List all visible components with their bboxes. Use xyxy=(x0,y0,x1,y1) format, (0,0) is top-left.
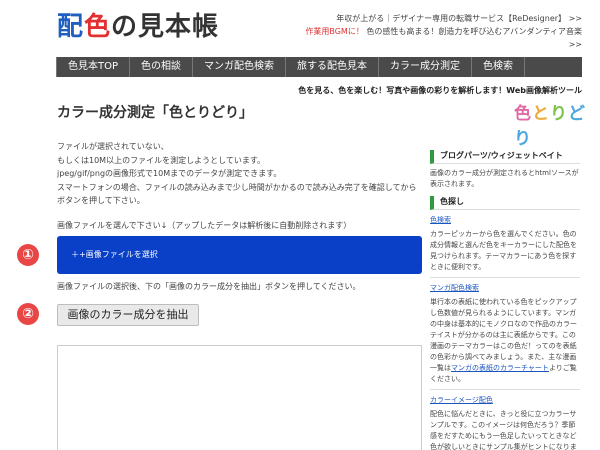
file-select-button[interactable]: ＋+画像ファイルを選択 xyxy=(57,236,422,274)
divider xyxy=(430,389,580,390)
manga-cover-chart-link[interactable]: マンガの表紙のカラーチャート xyxy=(451,364,549,372)
main-nav: 色見本TOP 色の相談 マンガ配色検索 旅する配色見本 カラー成分測定 色検索 xyxy=(56,57,582,77)
promo-highlight: 作業用BGMに！ xyxy=(305,27,364,36)
main-content: ファイルが選択されていない、 もしくは10M以上のファイルを測定しようとしていま… xyxy=(57,140,422,208)
notice-line: もしくは10M以上のファイルを測定しようとしています。 xyxy=(57,155,266,165)
promo-arrow: >> xyxy=(568,40,582,49)
sidebar-link-color-search[interactable]: 色検索 xyxy=(430,215,580,225)
notice-line: スマートフォンの場合、ファイルの読み込みまで少し時間がかかるので読み込み完了を確… xyxy=(57,182,417,192)
nav-item-travel[interactable]: 旅する配色見本 xyxy=(286,57,380,77)
manga-desc-text: 単行本の表紙に使われている色をピックアップし色数値が見られるようにしています。マ… xyxy=(430,298,577,372)
brand-logo-char-3: り xyxy=(550,104,568,124)
upload-instruction: 画像ファイルを選んで下さい↓（アップしたデータは解析後に自動削除されます） xyxy=(57,221,352,230)
sidebar-link-color-image[interactable]: カラーイメージ配色 xyxy=(430,395,580,405)
sidebar-desc-color-image: 配色に悩んだときに、きっと役に立つカラーサンプルです。このイメージは何色だろう？… xyxy=(430,410,577,450)
irotoridori-logo: 色とりどり xyxy=(514,99,600,149)
nav-item-top[interactable]: 色見本TOP xyxy=(56,57,131,77)
sidebar: ブログパーツ/ウィジェットベイト 画像のカラー成分が測定されるとhtmlソースが… xyxy=(430,150,580,450)
sidebar-section-title: ブログパーツ/ウィジェットベイト xyxy=(430,150,580,164)
nav-item-color-measure[interactable]: カラー成分測定 xyxy=(379,57,473,77)
nav-item-consult[interactable]: 色の相談 xyxy=(130,57,194,77)
extract-colors-button[interactable]: 画像のカラー成分を抽出 xyxy=(57,304,199,326)
notice-line: ファイルが選択されていない、 xyxy=(57,142,169,151)
tagline: 色を見る、色を楽しむ！写真や画像の彩りを解析します！Web画像解析ツール xyxy=(298,86,582,95)
nav-item-color-search[interactable]: 色検索 xyxy=(472,57,526,77)
promo-links: 年収が上がる｜デザイナー専用の転職サービス【ReDesigner】 >> 作業用… xyxy=(305,12,582,51)
sidebar-link-manga-search[interactable]: マンガ配色検索 xyxy=(430,283,580,293)
brand-logo-char-1: 色 xyxy=(514,104,532,124)
brand-logo-char-2: と xyxy=(532,104,550,124)
sidebar-desc-manga-search: 単行本の表紙に使われている色をピックアップし色数値が見られるようにしています。マ… xyxy=(430,297,580,385)
nav-item-manga-search[interactable]: マンガ配色検索 xyxy=(193,57,287,77)
promo-link-bgm[interactable]: 作業用BGMに！ 色の感性も高まる！創造力を呼び込むアバンダンティア音楽 xyxy=(305,27,582,36)
extract-instruction: 画像ファイルの選択後、下の「画像のカラー成分を抽出」ボタンを押してください。 xyxy=(57,282,361,291)
sidebar-section-desc: 画像のカラー成分が測定されるとhtmlソースが表示されます。 xyxy=(430,169,579,188)
page-title: カラー成分測定「色とりどり」 xyxy=(57,105,253,121)
error-notice: ファイルが選択されていない、 もしくは10M以上のファイルを測定しようとしていま… xyxy=(57,140,422,208)
logo-part-3: の見本帳 xyxy=(111,12,220,42)
notice-line: ボタンを押して下さい。 xyxy=(57,196,145,205)
result-area xyxy=(57,345,422,450)
promo-link-redesigner[interactable]: 年収が上がる｜デザイナー専用の転職サービス【ReDesigner】 >> xyxy=(336,14,582,23)
logo-part-2: 色 xyxy=(84,12,112,42)
sidebar-desc-color-search: カラーピッカーから色を選んでください。色の成分情報と選んだ色をキーカラーにした配… xyxy=(430,230,577,271)
divider xyxy=(430,277,580,278)
promo-text: 色の感性も高まる！創造力を呼び込むアバンダンティア音楽 xyxy=(366,27,582,36)
notice-line: jpeg/gif/pngの画像形式で10Mまでのデータが測定できます。 xyxy=(57,169,282,178)
logo-part-1: 配 xyxy=(57,12,85,42)
sidebar-sub-title: 色探し xyxy=(430,196,580,210)
site-logo[interactable]: 配色の見本帳 xyxy=(57,6,219,43)
step-1-badge: ① xyxy=(17,244,39,266)
step-2-badge: ② xyxy=(17,303,39,325)
